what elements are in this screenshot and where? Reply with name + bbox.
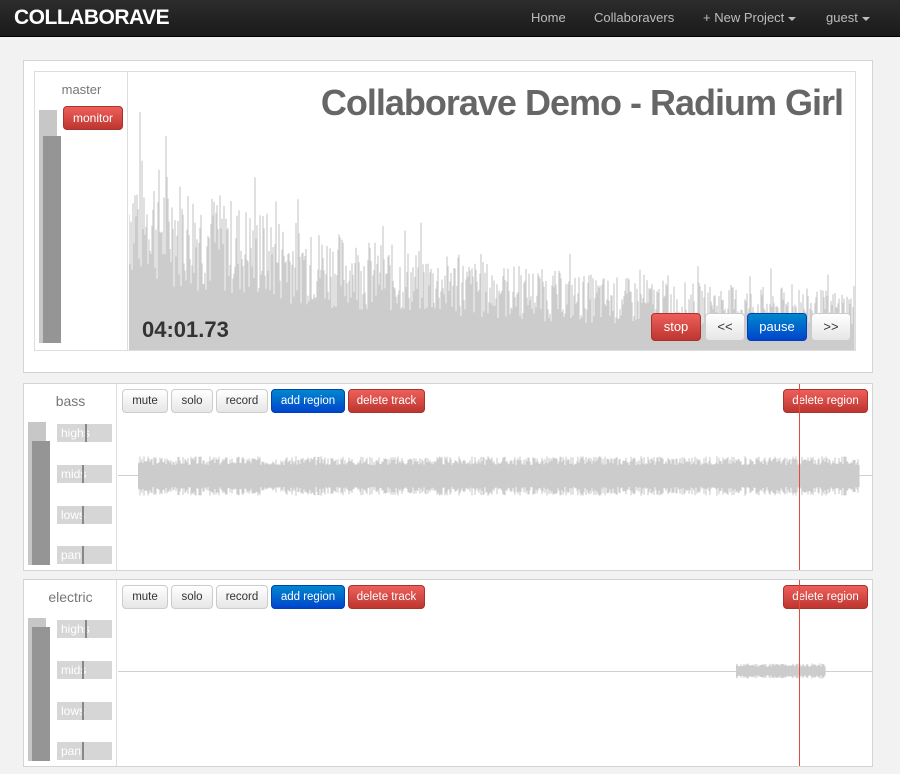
knob-mids[interactable]: mids bbox=[57, 465, 112, 483]
track-meter-fill bbox=[32, 626, 50, 761]
delete-region-button[interactable]: delete region bbox=[783, 585, 868, 609]
playhead[interactable] bbox=[799, 384, 800, 570]
knob-pan[interactable]: pan bbox=[57, 546, 112, 564]
track-strip: electric highs mids lows pan bbox=[24, 580, 117, 766]
knob-handle[interactable] bbox=[82, 742, 84, 760]
track-meter bbox=[28, 618, 50, 761]
forward-button[interactable]: >> bbox=[811, 313, 851, 341]
knob-handle[interactable] bbox=[82, 465, 84, 483]
master-inner: master monitor Collaborave Demo - Radium… bbox=[34, 71, 856, 351]
timecode: 04:01.73 bbox=[142, 317, 229, 342]
add-region-button[interactable]: add region bbox=[271, 585, 345, 609]
stop-button[interactable]: stop bbox=[651, 313, 701, 341]
knob-lows[interactable]: lows bbox=[57, 506, 112, 524]
track-region-waveform[interactable] bbox=[736, 662, 826, 680]
track-meter bbox=[28, 422, 50, 565]
solo-button[interactable]: solo bbox=[171, 585, 213, 609]
nav-guest-label: guest bbox=[826, 10, 858, 25]
delete-track-button[interactable]: delete track bbox=[348, 389, 425, 413]
knob-handle[interactable] bbox=[85, 620, 87, 638]
monitor-button[interactable]: monitor bbox=[63, 106, 123, 130]
pause-button[interactable]: pause bbox=[747, 313, 807, 341]
track-bass: bass highs mids lows pan mute solo recor… bbox=[23, 383, 873, 571]
navbar: COLLABORAVE Home Collaboravers + New Pro… bbox=[0, 0, 900, 37]
rewind-button[interactable]: << bbox=[705, 313, 745, 341]
track-electric: electric highs mids lows pan mute solo r… bbox=[23, 579, 873, 767]
playhead[interactable] bbox=[799, 580, 800, 766]
chevron-down-icon bbox=[861, 16, 870, 21]
knob-handle[interactable] bbox=[85, 424, 87, 442]
track-label: electric bbox=[48, 589, 93, 605]
mute-button[interactable]: mute bbox=[122, 585, 168, 609]
master-panel: master monitor Collaborave Demo - Radium… bbox=[23, 60, 873, 373]
master-waveform bbox=[129, 112, 855, 350]
master-strip: master monitor bbox=[35, 72, 128, 351]
track-strip: bass highs mids lows pan bbox=[24, 384, 117, 570]
knob-label: pan bbox=[61, 548, 82, 562]
knob-highs[interactable]: highs bbox=[57, 424, 112, 442]
add-region-button[interactable]: add region bbox=[271, 389, 345, 413]
delete-region-button[interactable]: delete region bbox=[783, 389, 868, 413]
knob-handle[interactable] bbox=[82, 661, 84, 679]
track-region-waveform[interactable] bbox=[138, 454, 860, 498]
master-meter-fill bbox=[43, 135, 61, 343]
knob-highs[interactable]: highs bbox=[57, 620, 112, 638]
brand-logo[interactable]: COLLABORAVE bbox=[14, 6, 170, 30]
chevron-down-icon bbox=[788, 16, 797, 21]
project-title: Collaborave Demo - Radium Girl bbox=[320, 82, 844, 123]
delete-track-button[interactable]: delete track bbox=[348, 585, 425, 609]
track-waveform-path bbox=[138, 456, 860, 496]
knob-lows[interactable]: lows bbox=[57, 702, 112, 720]
knob-mids[interactable]: mids bbox=[57, 661, 112, 679]
track-waveform-path bbox=[736, 663, 826, 679]
master-meter bbox=[39, 110, 61, 343]
nav-new-project-label: + New Project bbox=[703, 10, 785, 25]
knob-handle[interactable] bbox=[82, 546, 84, 564]
nav-collaboravers[interactable]: Collaboravers bbox=[594, 10, 674, 25]
knob-handle[interactable] bbox=[82, 506, 84, 524]
master-label: master bbox=[61, 82, 102, 97]
nav-new-project[interactable]: + New Project bbox=[703, 10, 797, 25]
knob-handle[interactable] bbox=[82, 702, 84, 720]
nav-home[interactable]: Home bbox=[531, 10, 566, 25]
track-label: bass bbox=[55, 393, 86, 409]
record-button[interactable]: record bbox=[216, 585, 268, 609]
track-meter-fill bbox=[32, 440, 50, 565]
master-waveform-path bbox=[129, 112, 855, 350]
knob-pan[interactable]: pan bbox=[57, 742, 112, 760]
mute-button[interactable]: mute bbox=[122, 389, 168, 413]
knob-label: pan bbox=[61, 744, 82, 758]
record-button[interactable]: record bbox=[216, 389, 268, 413]
nav-guest[interactable]: guest bbox=[826, 10, 870, 25]
solo-button[interactable]: solo bbox=[171, 389, 213, 413]
